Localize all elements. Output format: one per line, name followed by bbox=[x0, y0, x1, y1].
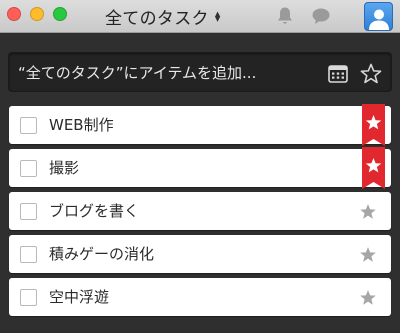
task-row[interactable]: 積みゲーの消化 bbox=[9, 235, 391, 273]
task-title[interactable]: 空中浮遊 bbox=[49, 278, 109, 316]
starred-ribbon-icon[interactable] bbox=[362, 104, 385, 146]
task-row[interactable]: WEB制作 bbox=[9, 104, 391, 146]
updown-caret-icon: ▲ ▼ bbox=[214, 11, 221, 23]
task-title[interactable]: 積みゲーの消化 bbox=[49, 235, 154, 273]
close-window-button[interactable] bbox=[7, 7, 21, 21]
app-window: 全てのタスク ▲ ▼ “全てのタスク”にアイテムを追加... WEB制作 撮影 … bbox=[0, 0, 400, 333]
minimize-window-button[interactable] bbox=[30, 7, 44, 21]
task-checkbox[interactable] bbox=[20, 246, 37, 263]
calendar-icon[interactable] bbox=[327, 62, 349, 84]
task-row[interactable]: ブログを書く bbox=[9, 192, 391, 230]
star-icon[interactable] bbox=[353, 235, 383, 273]
caret-down: ▼ bbox=[214, 15, 221, 23]
comment-icon[interactable] bbox=[309, 5, 333, 27]
add-item-input[interactable] bbox=[18, 61, 318, 85]
star-icon[interactable] bbox=[353, 278, 383, 316]
list-selector[interactable]: 全てのタスク ▲ ▼ bbox=[105, 4, 221, 29]
zoom-window-button[interactable] bbox=[53, 7, 67, 21]
bell-icon[interactable] bbox=[273, 5, 297, 27]
task-title[interactable]: 撮影 bbox=[49, 149, 79, 187]
star-icon[interactable] bbox=[353, 192, 383, 230]
add-item-bar bbox=[8, 52, 392, 92]
task-list: WEB制作撮影ブログを書く 積みゲーの消化 空中浮遊 bbox=[9, 104, 391, 321]
task-checkbox[interactable] bbox=[20, 289, 37, 306]
user-icon bbox=[368, 9, 389, 30]
starred-ribbon-icon[interactable] bbox=[362, 147, 385, 189]
task-row[interactable]: 空中浮遊 bbox=[9, 278, 391, 316]
task-row[interactable]: 撮影 bbox=[9, 147, 391, 189]
task-title[interactable]: ブログを書く bbox=[49, 192, 139, 230]
task-checkbox[interactable] bbox=[20, 203, 37, 220]
task-checkbox[interactable] bbox=[20, 117, 37, 134]
user-avatar-button[interactable] bbox=[364, 2, 393, 31]
window-title: 全てのタスク bbox=[105, 8, 209, 29]
task-checkbox[interactable] bbox=[20, 160, 37, 177]
star-outline-icon[interactable] bbox=[359, 61, 383, 85]
title-bar: 全てのタスク ▲ ▼ bbox=[0, 0, 400, 33]
task-title[interactable]: WEB制作 bbox=[49, 106, 114, 144]
